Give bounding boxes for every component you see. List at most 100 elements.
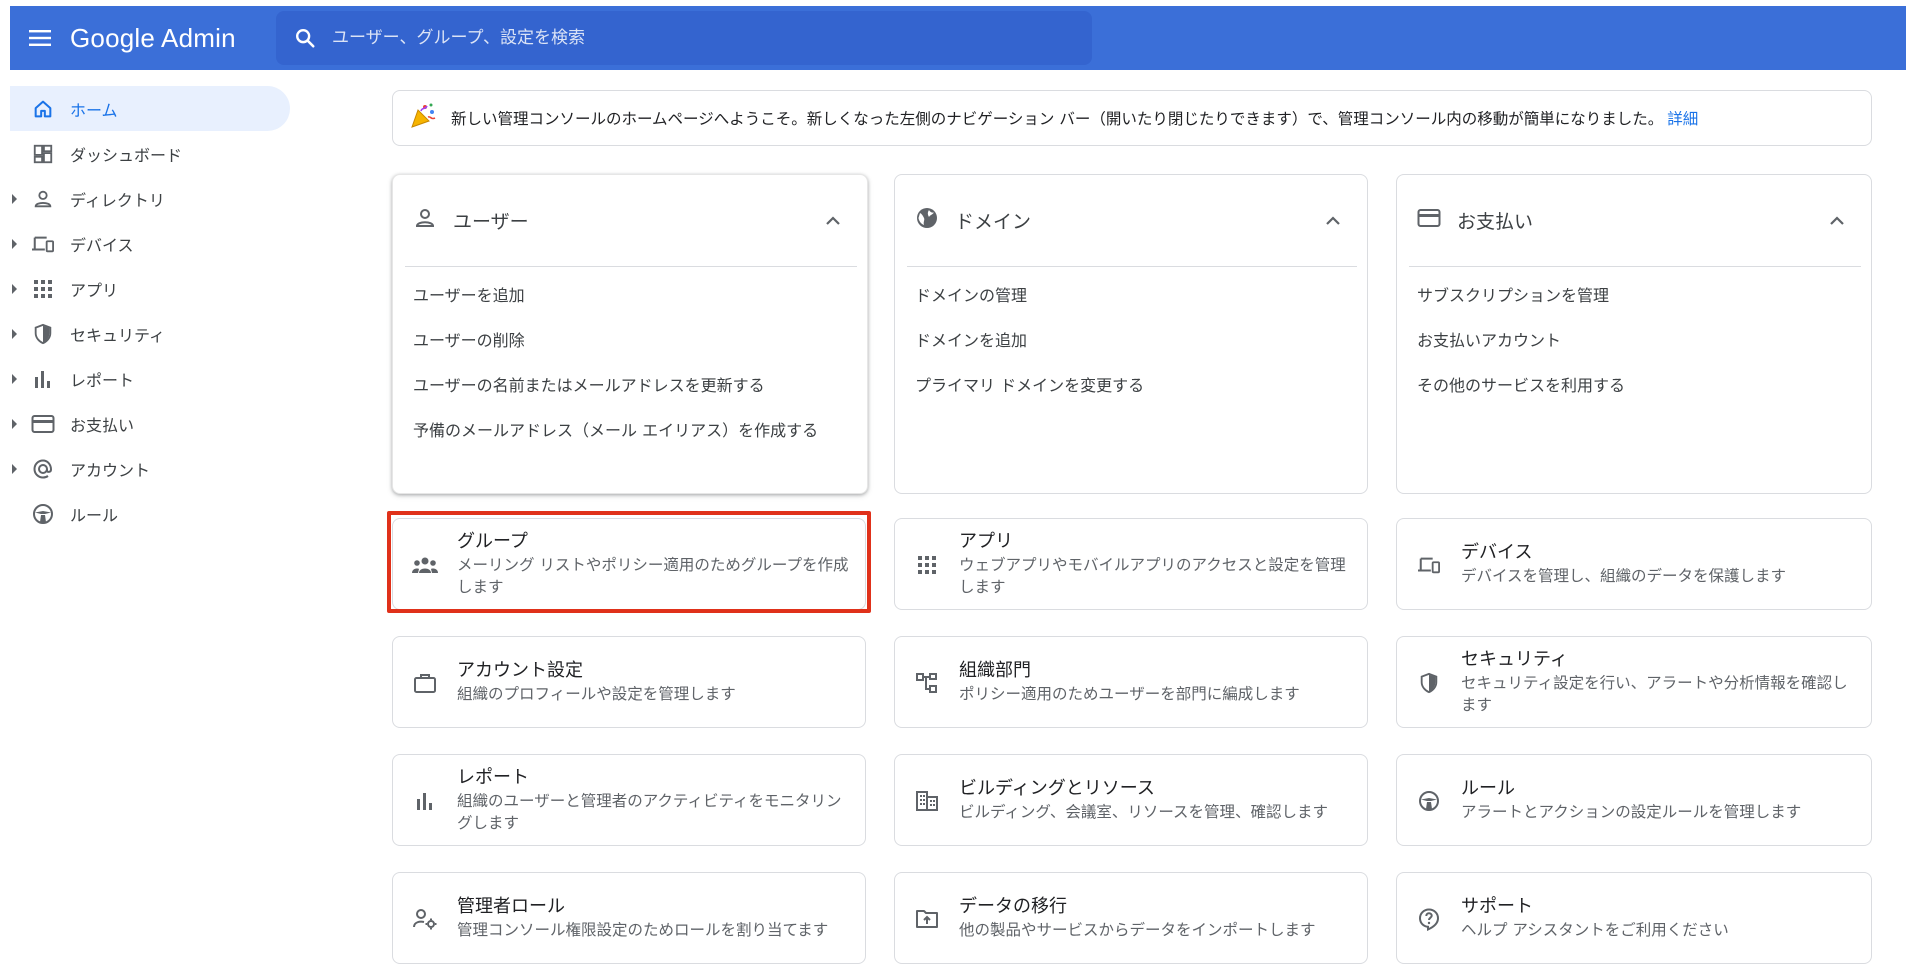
devices-icon xyxy=(30,231,56,257)
search-input[interactable] xyxy=(332,28,1072,48)
rename-user-link[interactable]: ユーザーの名前またはメールアドレスを更新する xyxy=(413,372,765,396)
expand-caret-icon[interactable] xyxy=(12,283,17,294)
billing-accounts-link[interactable]: お支払いアカウント xyxy=(1417,327,1561,351)
expand-caret-icon[interactable] xyxy=(12,418,17,429)
nav-item-label: お支払い xyxy=(70,415,135,435)
expand-caret-icon[interactable] xyxy=(12,463,17,474)
person-icon xyxy=(413,206,437,234)
person-icon xyxy=(30,186,56,212)
billing-card-header[interactable]: お支払い xyxy=(1397,175,1871,265)
tile-title: データの移行 xyxy=(959,896,1067,917)
party-popper-icon xyxy=(409,102,437,134)
nav-item-billing[interactable]: お支払い xyxy=(10,401,290,446)
tile-data-migration[interactable]: データの移行 他の製品やサービスからデータをインポートします xyxy=(894,872,1368,964)
card-title: ドメイン xyxy=(955,210,1032,233)
card-divider xyxy=(1409,266,1861,267)
tile-title: アカウント設定 xyxy=(457,660,583,681)
nav-item-reports[interactable]: レポート xyxy=(10,356,290,401)
nav-item-dashboard[interactable]: ダッシュボード xyxy=(10,131,290,176)
hamburger-menu-icon xyxy=(29,30,51,46)
expand-caret-icon[interactable] xyxy=(12,328,17,339)
manage-domains-link[interactable]: ドメインの管理 xyxy=(915,282,1027,306)
tile-devices[interactable]: デバイス デバイスを管理し、組織のデータを保護します xyxy=(1396,518,1872,610)
tile-description: 組織のユーザーと管理者のアクティビティをモニタリングします xyxy=(457,792,842,832)
tile-reports[interactable]: レポート 組織のユーザーと管理者のアクティビティをモニタリングします xyxy=(392,754,866,846)
tile-description: 他の製品やサービスからデータをインポートします xyxy=(959,921,1316,939)
tile-org-units[interactable]: 組織部門 ポリシー適用のためユーザーを部門に編成します xyxy=(894,636,1368,728)
product-logo[interactable]: Google Admin xyxy=(70,23,276,54)
tile-title: 管理者ロール xyxy=(457,896,565,917)
other-services-link[interactable]: その他のサービスを利用する xyxy=(1417,372,1625,396)
credit-card-icon xyxy=(1417,208,1441,232)
home-icon xyxy=(30,96,56,122)
nav-item-label: レポート xyxy=(70,370,135,390)
apps-grid-icon xyxy=(913,551,941,579)
nav-item-label: ディレクトリ xyxy=(70,190,165,210)
tile-title: ビルディングとリソース xyxy=(959,778,1155,799)
tile-account-settings[interactable]: アカウント設定 組織のプロフィールや設定を管理します xyxy=(392,636,866,728)
tile-description: ポリシー適用のためユーザーを部門に編成します xyxy=(959,685,1300,703)
tile-description: ビルディング、会議室、リソースを管理、確認します xyxy=(959,803,1329,821)
expand-caret-icon[interactable] xyxy=(12,238,17,249)
rules-icon xyxy=(1415,787,1443,815)
nav-item-label: アカウント xyxy=(70,460,151,480)
nav-item-security[interactable]: セキュリティ xyxy=(10,311,290,356)
domains-card: ドメイン ドメインの管理 ドメインを追加 プライマリ ドメインを変更する xyxy=(894,174,1368,494)
tile-buildings-resources[interactable]: ビルディングとリソース ビルディング、会議室、リソースを管理、確認します xyxy=(894,754,1368,846)
tile-title: アプリ xyxy=(959,531,1013,552)
nav-item-rules[interactable]: ルール xyxy=(10,491,290,536)
tile-title: デバイス xyxy=(1461,542,1533,563)
tile-title: ルール xyxy=(1461,778,1515,799)
expand-caret-icon[interactable] xyxy=(12,193,17,204)
chevron-up-icon[interactable] xyxy=(825,211,841,230)
search-icon xyxy=(296,29,315,48)
change-primary-domain-link[interactable]: プライマリ ドメインを変更する xyxy=(915,372,1144,396)
bar-chart-icon xyxy=(411,787,439,815)
main-menu-button[interactable] xyxy=(10,6,70,70)
manage-subscriptions-link[interactable]: サブスクリプションを管理 xyxy=(1417,282,1609,306)
chevron-up-icon[interactable] xyxy=(1829,211,1845,230)
tile-description: セキュリティ設定を行い、アラートや分析情報を確認します xyxy=(1461,674,1848,714)
nav-item-label: ルール xyxy=(70,505,119,525)
chevron-up-icon[interactable] xyxy=(1325,211,1341,230)
tile-description: アラートとアクションの設定ルールを管理します xyxy=(1461,803,1802,821)
top-app-bar: Google Admin xyxy=(10,6,1906,70)
add-user-link[interactable]: ユーザーを追加 xyxy=(413,282,525,306)
nav-item-home[interactable]: ホーム xyxy=(10,86,290,131)
search-box[interactable] xyxy=(276,11,1092,65)
banner-details-link[interactable]: 詳細 xyxy=(1667,107,1698,129)
tile-title: レポート xyxy=(457,767,529,788)
nav-item-apps[interactable]: アプリ xyxy=(10,266,290,311)
admin-console-page: Google Admin ホーム ダッシュボード xyxy=(0,0,1912,974)
card-divider xyxy=(405,266,857,267)
create-alias-link[interactable]: 予備のメールアドレス（メール エイリアス）を作成する xyxy=(413,417,818,441)
expand-caret-icon[interactable] xyxy=(12,373,17,384)
briefcase-icon xyxy=(411,669,439,697)
card-divider xyxy=(907,266,1357,267)
tile-security[interactable]: セキュリティ セキュリティ設定を行い、アラートや分析情報を確認します xyxy=(1396,636,1872,728)
bar-chart-icon xyxy=(30,366,56,392)
tile-support[interactable]: サポート ヘルプ アシスタントをご利用ください xyxy=(1396,872,1872,964)
dashboard-icon xyxy=(30,141,56,167)
nav-item-devices[interactable]: デバイス xyxy=(10,221,290,266)
apps-grid-icon xyxy=(30,276,56,302)
nav-item-directory[interactable]: ディレクトリ xyxy=(10,176,290,221)
devices-icon xyxy=(1415,551,1443,579)
side-navigation: ホーム ダッシュボード ディレクトリ デバイス アプリ セキュリティ レポート … xyxy=(10,86,290,536)
users-card-header[interactable]: ユーザー xyxy=(393,175,867,265)
delete-user-link[interactable]: ユーザーの削除 xyxy=(413,327,525,351)
credit-card-icon xyxy=(30,411,56,437)
tile-title: 組織部門 xyxy=(959,660,1031,681)
shield-icon xyxy=(1415,669,1443,697)
add-domain-link[interactable]: ドメインを追加 xyxy=(915,327,1027,351)
users-card: ユーザー ユーザーを追加 ユーザーの削除 ユーザーの名前またはメールアドレスを更… xyxy=(392,174,868,494)
banner-text: 新しい管理コンソールのホームページへようこそ。新しくなった左側のナビゲーション … xyxy=(451,110,1664,128)
billing-card: お支払い サブスクリプションを管理 お支払いアカウント その他のサービスを利用す… xyxy=(1396,174,1872,494)
tile-apps[interactable]: アプリ ウェブアプリやモバイルアプリのアクセスと設定を管理します xyxy=(894,518,1368,610)
domains-card-header[interactable]: ドメイン xyxy=(895,175,1367,265)
tile-rules[interactable]: ルール アラートとアクションの設定ルールを管理します xyxy=(1396,754,1872,846)
tile-admin-roles[interactable]: 管理者ロール 管理コンソール権限設定のためロールを割り当てます xyxy=(392,872,866,964)
nav-item-account[interactable]: アカウント xyxy=(10,446,290,491)
tile-description: 管理コンソール権限設定のためロールを割り当てます xyxy=(457,921,829,939)
tile-description: ヘルプ アシスタントをご利用ください xyxy=(1461,921,1729,939)
